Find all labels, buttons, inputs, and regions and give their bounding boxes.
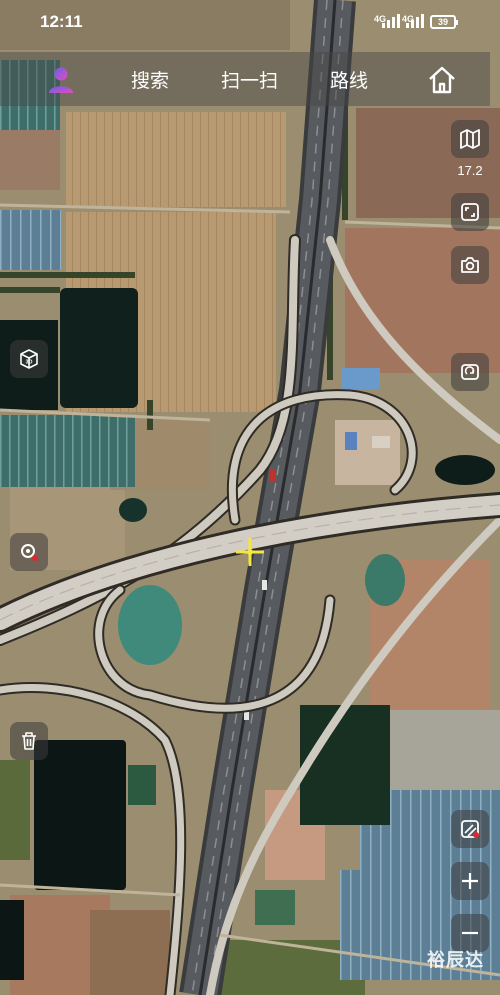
- eraser-button[interactable]: [451, 810, 489, 848]
- scan-button[interactable]: 扫一扫: [221, 66, 278, 93]
- search-button[interactable]: 搜索: [131, 66, 169, 93]
- 3d-icon: 3D: [20, 349, 38, 369]
- watermark: 裕辰达: [427, 950, 484, 970]
- signal-bars-2-icon: [406, 14, 426, 28]
- map-icon: [460, 129, 480, 149]
- zoom-out-icon: [462, 931, 478, 935]
- map-layer-button[interactable]: [451, 120, 489, 158]
- fullscreen-icon: [461, 203, 479, 221]
- avatar-icon[interactable]: [44, 63, 78, 97]
- eraser-icon: [461, 820, 479, 838]
- camera-icon: [461, 257, 479, 273]
- zoom-level-label: 17.2: [457, 163, 483, 178]
- zoom-in-icon: [462, 873, 478, 889]
- delete-button[interactable]: [10, 722, 48, 760]
- rotate-icon: [461, 364, 479, 380]
- home-icon[interactable]: [425, 63, 459, 97]
- status-time: 12:11: [40, 12, 83, 31]
- status-bar: 12:11 4G 4G 39: [0, 0, 500, 44]
- top-nav-bar: 搜索 扫一扫 路线: [0, 52, 490, 106]
- signal-bars-1-icon: [382, 14, 402, 28]
- camera-button[interactable]: [451, 246, 489, 284]
- trash-icon: [22, 732, 36, 750]
- battery-icon: 39: [430, 15, 458, 29]
- zoom-in-button[interactable]: [451, 862, 489, 900]
- route-button[interactable]: 路线: [330, 66, 368, 93]
- satellite-map[interactable]: [0, 0, 500, 995]
- rotate-button[interactable]: [451, 353, 489, 391]
- battery-level: 39: [437, 17, 448, 27]
- fullscreen-button[interactable]: [451, 193, 489, 231]
- locate-button[interactable]: [10, 533, 48, 571]
- 3d-view-button[interactable]: 3D: [10, 340, 48, 378]
- location-icon: [21, 544, 38, 561]
- svg-text:3D: 3D: [25, 360, 32, 366]
